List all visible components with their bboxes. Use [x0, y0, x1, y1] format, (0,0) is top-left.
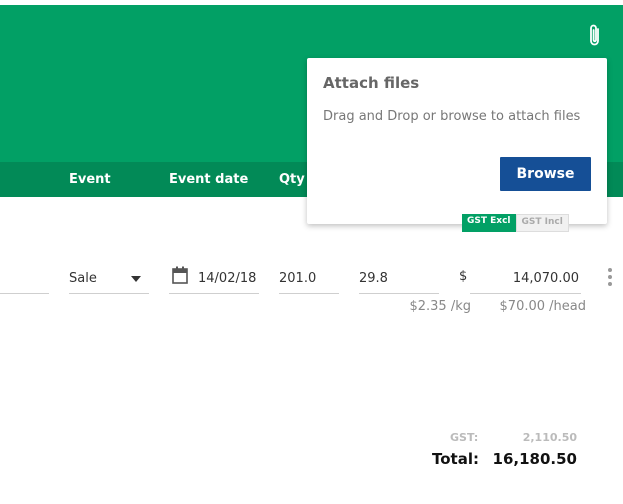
calendar-icon[interactable] — [172, 266, 188, 284]
total-label: Total: — [432, 450, 479, 468]
column-header-qty: Qty — [279, 172, 305, 187]
gst-value: 2,110.50 — [522, 431, 577, 444]
weight-underline — [359, 293, 439, 294]
event-select[interactable]: Sale — [69, 271, 97, 286]
event-date-underline — [169, 293, 259, 294]
currency-symbol: $ — [459, 269, 468, 284]
qty-underline — [279, 293, 339, 294]
browse-button[interactable]: Browse — [500, 157, 591, 191]
event-dropdown-caret[interactable] — [131, 276, 141, 282]
gst-toggle: GST Excl GST Incl — [462, 214, 569, 232]
price-per-head: $70.00 /head — [499, 299, 586, 314]
gst-incl-option[interactable]: GST Incl — [515, 214, 569, 232]
column-header-event: Event — [69, 172, 111, 187]
gst-excl-option[interactable]: GST Excl — [462, 214, 516, 232]
gst-label: GST: — [450, 431, 479, 444]
amount-underline — [470, 293, 581, 294]
more-options-icon[interactable] — [607, 268, 613, 288]
price-per-kg: $2.35 /kg — [409, 299, 471, 314]
event-date-field[interactable]: 14/02/18 — [198, 271, 256, 286]
event-select-underline — [69, 293, 149, 294]
popover-message: Drag and Drop or browse to attach files — [323, 109, 581, 124]
column-header-event-date: Event date — [169, 172, 249, 187]
attach-files-popover: Attach files Drag and Drop or browse to … — [307, 58, 607, 224]
paperclip-icon[interactable] — [583, 22, 607, 50]
previous-field-underline — [0, 293, 49, 294]
popover-title: Attach files — [323, 74, 420, 92]
amount-field[interactable]: 14,070.00 — [480, 271, 579, 286]
weight-field[interactable]: 29.8 — [359, 271, 388, 286]
qty-field[interactable]: 201.0 — [279, 271, 316, 286]
total-value: 16,180.50 — [492, 450, 577, 468]
